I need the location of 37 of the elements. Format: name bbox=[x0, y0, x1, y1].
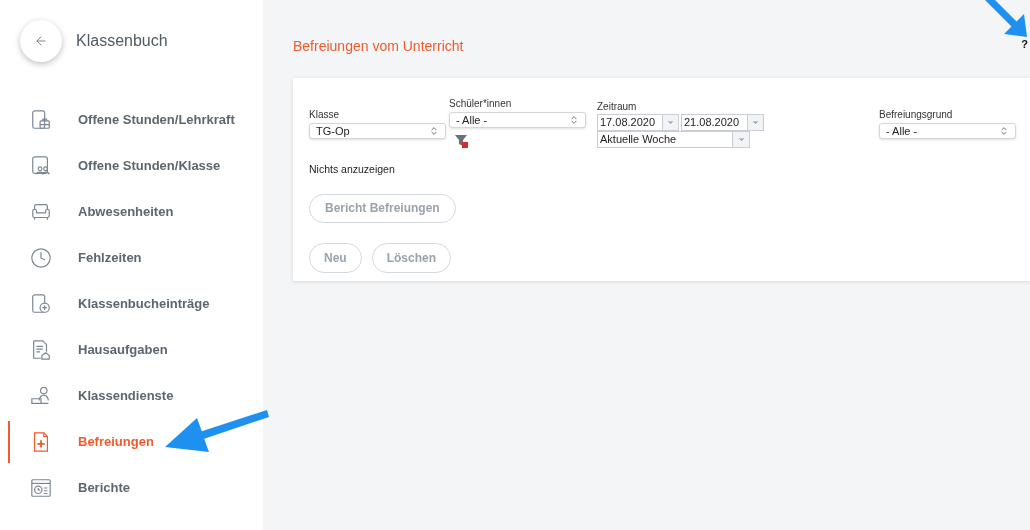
board-people-icon bbox=[30, 155, 52, 177]
dropdown[interactable]: - Alle - bbox=[449, 112, 586, 128]
updown-icon bbox=[569, 115, 579, 125]
filter-remove-icon[interactable] bbox=[455, 135, 469, 148]
dropdown-icon bbox=[666, 118, 675, 127]
updown-icon bbox=[999, 126, 1009, 136]
clock-icon bbox=[30, 247, 52, 269]
tablet-plus-icon bbox=[30, 293, 52, 315]
updown-icon bbox=[429, 126, 439, 136]
nav-link[interactable]: Offene Stunden/Lehrkraft bbox=[78, 110, 235, 130]
field-label: Klasse bbox=[309, 108, 340, 121]
empty-message: Nichts anzuzeigen bbox=[309, 162, 396, 177]
combo-field[interactable]: Aktuelle Woche bbox=[597, 131, 750, 148]
nav-link[interactable]: Klassenbucheinträge bbox=[78, 294, 210, 314]
report-clock-icon bbox=[30, 477, 52, 499]
chair-icon bbox=[30, 201, 52, 223]
tablet-briefcase-icon bbox=[30, 109, 52, 131]
page-title: Befreiungen vom Unterricht bbox=[293, 37, 464, 56]
nav-link[interactable]: Berichte bbox=[78, 478, 131, 498]
field-label: Zeitraum bbox=[597, 100, 638, 113]
nav-link[interactable]: Befreiungen bbox=[78, 432, 154, 452]
nav-link[interactable]: Hausaufgaben bbox=[78, 340, 168, 360]
help-link[interactable]: ? bbox=[1021, 38, 1028, 50]
sidebar-title: Klassenbuch bbox=[76, 31, 168, 51]
back-icon bbox=[34, 34, 48, 48]
combo-field[interactable]: 17.08.2020 bbox=[597, 114, 679, 131]
document-house-icon bbox=[30, 339, 52, 361]
person-desk-icon bbox=[30, 385, 52, 407]
nav-link[interactable]: Abwesenheiten bbox=[78, 202, 174, 222]
nav-link[interactable]: Klassendienste bbox=[78, 386, 174, 406]
field-label: Schüler*innen bbox=[449, 97, 513, 110]
nav-link[interactable]: Fehlzeiten bbox=[78, 248, 142, 268]
nav-link[interactable]: Offene Stunden/Klasse bbox=[78, 156, 221, 176]
field-label: Befreiungsgrund bbox=[879, 108, 954, 121]
combo-field[interactable]: 21.08.2020 bbox=[681, 114, 764, 131]
dropdown[interactable]: TG-Op bbox=[309, 123, 446, 139]
dropdown[interactable]: - Alle - bbox=[879, 123, 1016, 139]
